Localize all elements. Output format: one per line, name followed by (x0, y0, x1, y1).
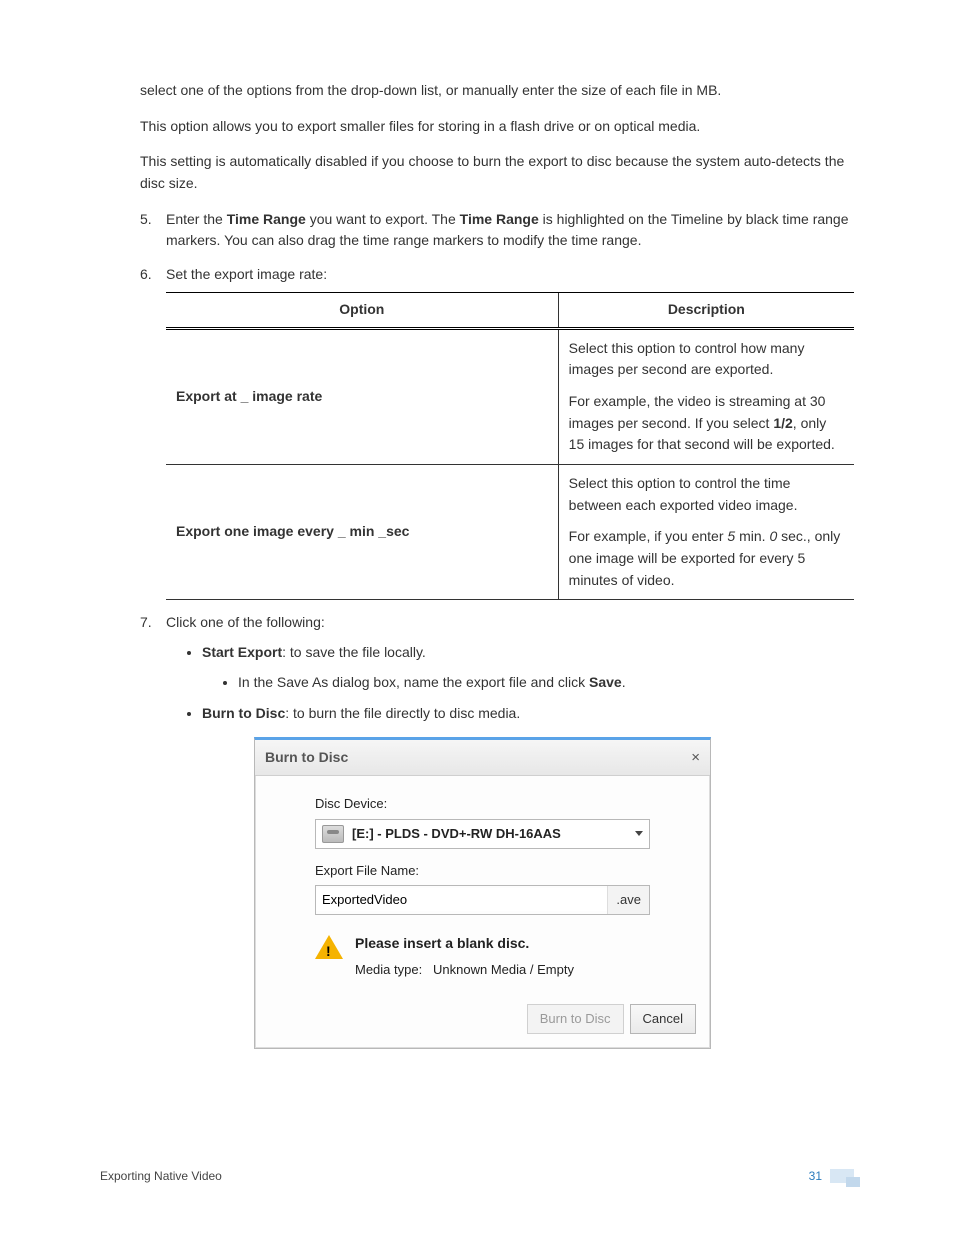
footer-section: Exporting Native Video (100, 1169, 222, 1183)
bullet-save-as: In the Save As dialog box, name the expo… (238, 672, 854, 694)
step-7: 7. Click one of the following: Start Exp… (140, 612, 854, 1049)
step-6-text: Set the export image rate: (166, 266, 327, 282)
option-export-rate-desc1: Select this option to control how many i… (569, 338, 844, 381)
footer-decoration-icon (830, 1169, 854, 1183)
option-export-rate: Export at _ image rate (166, 328, 558, 464)
option-export-interval: Export one image every _ min _sec (166, 464, 558, 599)
table-row: Export at _ image rate Select this optio… (166, 328, 854, 464)
burn-to-disc-button[interactable]: Burn to Disc (527, 1004, 624, 1034)
table-row: Export one image every _ min _sec Select… (166, 464, 854, 599)
file-extension: .ave (607, 886, 649, 914)
intro-p3: This setting is automatically disabled i… (140, 151, 854, 194)
dialog-title: Burn to Disc (265, 747, 348, 769)
warning-title: Please insert a blank disc. (355, 933, 574, 955)
option-export-interval-desc2: For example, if you enter 5 min. 0 sec.,… (569, 526, 844, 591)
step-7-num: 7. (140, 612, 152, 634)
export-filename-label: Export File Name: (315, 861, 650, 881)
drive-icon (322, 825, 344, 843)
step-5-num: 5. (140, 209, 152, 231)
step-6-num: 6. (140, 264, 152, 286)
options-header-description: Description (558, 292, 854, 328)
dialog-titlebar: Burn to Disc × (255, 740, 710, 776)
option-export-interval-desc1: Select this option to control the time b… (569, 473, 844, 516)
warning-media: Media type: Unknown Media / Empty (355, 962, 574, 977)
option-export-rate-desc2: For example, the video is streaming at 3… (569, 391, 844, 456)
options-table: Option Description Export at _ image rat… (166, 292, 854, 601)
cancel-button[interactable]: Cancel (630, 1004, 696, 1034)
warning-icon (315, 935, 343, 959)
warning-panel: Please insert a blank disc. Media type: … (315, 933, 650, 980)
step-6: 6. Set the export image rate: Option Des… (140, 264, 854, 600)
disc-device-label: Disc Device: (315, 794, 650, 814)
page-number: 31 (809, 1169, 822, 1183)
step-5: 5. Enter the Time Range you want to expo… (140, 209, 854, 252)
step-5-text: Enter the Time Range you want to export.… (166, 211, 849, 249)
bullet-burn-disc: Burn to Disc: to burn the file directly … (202, 703, 854, 1049)
disc-device-value: [E:] - PLDS - DVD+-RW DH-16AAS (352, 824, 627, 844)
export-filename-input[interactable] (316, 888, 607, 911)
disc-device-dropdown[interactable]: [E:] - PLDS - DVD+-RW DH-16AAS (315, 819, 650, 849)
bullet-start-export: Start Export: to save the file locally. … (202, 642, 854, 693)
step-7-text: Click one of the following: (166, 614, 325, 630)
burn-to-disc-dialog: Burn to Disc × Disc Device: [E:] - PLDS … (254, 737, 711, 1049)
options-header-option: Option (166, 292, 558, 328)
close-icon[interactable]: × (691, 746, 700, 769)
chevron-down-icon (635, 831, 643, 836)
page-footer: Exporting Native Video 31 (100, 1169, 854, 1183)
intro-p1: select one of the options from the drop-… (140, 80, 854, 102)
intro-p2: This option allows you to export smaller… (140, 116, 854, 138)
